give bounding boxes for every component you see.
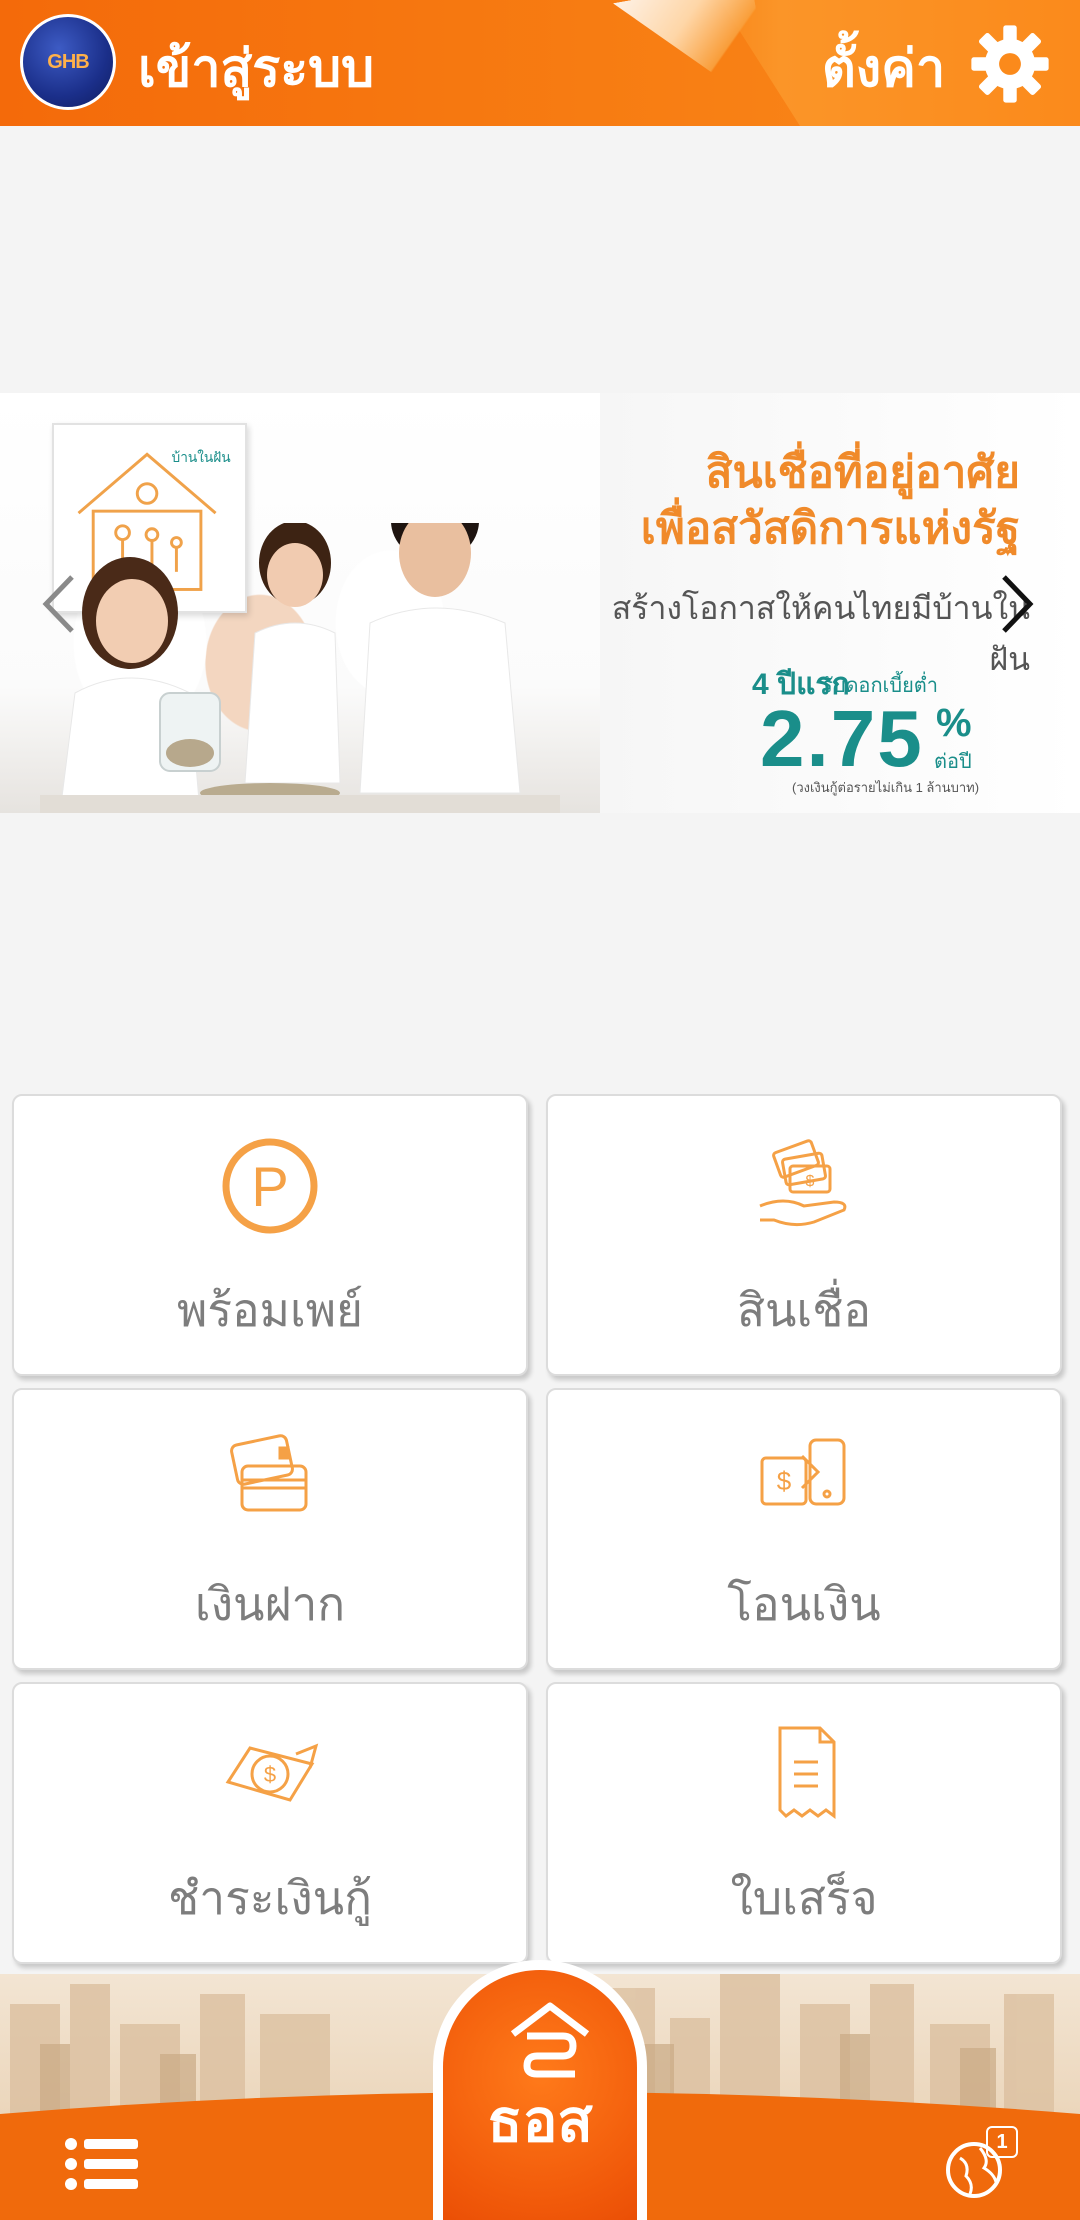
notification-badge: 1 <box>986 2126 1018 2158</box>
app-header: GHB เข้าสู่ระบบ ตั้งค่า <box>0 0 1080 126</box>
svg-text:P: P <box>251 1155 288 1218</box>
interest-rate: 2.75 <box>760 694 924 783</box>
chevron-right-icon <box>1002 575 1034 633</box>
menu-tile-transfer[interactable]: $ โอนเงิน <box>546 1388 1062 1670</box>
family-illustration <box>40 523 560 813</box>
headline-line-1: สินเชื่อที่อยู่อาศัย <box>705 448 1020 497</box>
ghb-logo: GHB <box>20 14 116 110</box>
menu-label: สินเชื่อ <box>736 1284 872 1336</box>
banner-next-button[interactable] <box>996 571 1040 637</box>
menu-tile-pay-loan[interactable]: $ ชำระเงินกู้ <box>12 1682 528 1964</box>
pay-loan-coin-icon: $ <box>225 1743 319 1802</box>
svg-text:$: $ <box>806 1173 815 1190</box>
frame-caption: บ้านในฝัน <box>172 449 232 465</box>
list-menu-icon[interactable] <box>64 2136 140 2192</box>
deposit-card-icon <box>230 1434 308 1512</box>
promo-banner[interactable]: บ้านในฝัน สินเชื่อที่อยู่อาศัย เพื่อสวัส… <box>0 393 1080 813</box>
banner-headline: สินเชื่อที่อยู่อาศัย เพื่อสวัสดิการแห่งร… <box>641 445 1020 557</box>
menu-label: เงินฝาก <box>194 1578 346 1630</box>
svg-text:$: $ <box>777 1466 792 1496</box>
menu-label: โอนเงิน <box>727 1578 881 1630</box>
menu-label: ชำระเงินกู้ <box>168 1872 372 1924</box>
ghb-home-button-inner: ธอส <box>443 1970 637 2220</box>
logo-text: GHB <box>47 50 89 73</box>
ghb-home-button[interactable]: ธอส <box>433 1960 647 2220</box>
menu-grid: P พร้อมเพย์ $ สินเชื่อ เงินฝาก $ โอนเงิน… <box>12 1094 1068 1972</box>
page-curl-decoration <box>613 0 775 126</box>
house-logo-icon <box>510 2002 590 2078</box>
menu-tile-deposit[interactable]: เงินฝาก <box>12 1388 528 1670</box>
interest-rate-unit: % <box>936 701 972 745</box>
menu-tile-loan[interactable]: $ สินเชื่อ <box>546 1094 1062 1376</box>
headline-line-2: เพื่อสวัสดิการแห่งรัฐ <box>640 504 1020 553</box>
promptpay-icon: P <box>222 1138 318 1234</box>
loan-money-hand-icon: $ <box>759 1139 847 1227</box>
menu-tile-receipt[interactable]: ใบเสร็จ <box>546 1682 1062 1964</box>
chevron-left-icon <box>42 575 74 633</box>
menu-tile-promptpay[interactable]: P พร้อมเพย์ <box>12 1094 528 1376</box>
banner-prev-button[interactable] <box>36 571 80 637</box>
loan-limit-note: (วงเงินกู้ต่อรายไม่เกิน 1 ล้านบาท) <box>792 780 980 795</box>
transfer-phone-icon: $ <box>760 1438 846 1506</box>
menu-label: พร้อมเพย์ <box>177 1284 363 1336</box>
gear-icon[interactable] <box>968 22 1052 106</box>
per-year-label: ต่อปี <box>934 751 972 773</box>
receipt-icon <box>778 1726 836 1819</box>
menu-label: ใบเสร็จ <box>730 1872 878 1924</box>
svg-text:$: $ <box>264 1762 276 1787</box>
login-title[interactable]: เข้าสู่ระบบ <box>138 26 374 109</box>
settings-label[interactable]: ตั้งค่า <box>822 26 945 109</box>
ghb-brand-text: ธอส <box>487 2089 593 2154</box>
